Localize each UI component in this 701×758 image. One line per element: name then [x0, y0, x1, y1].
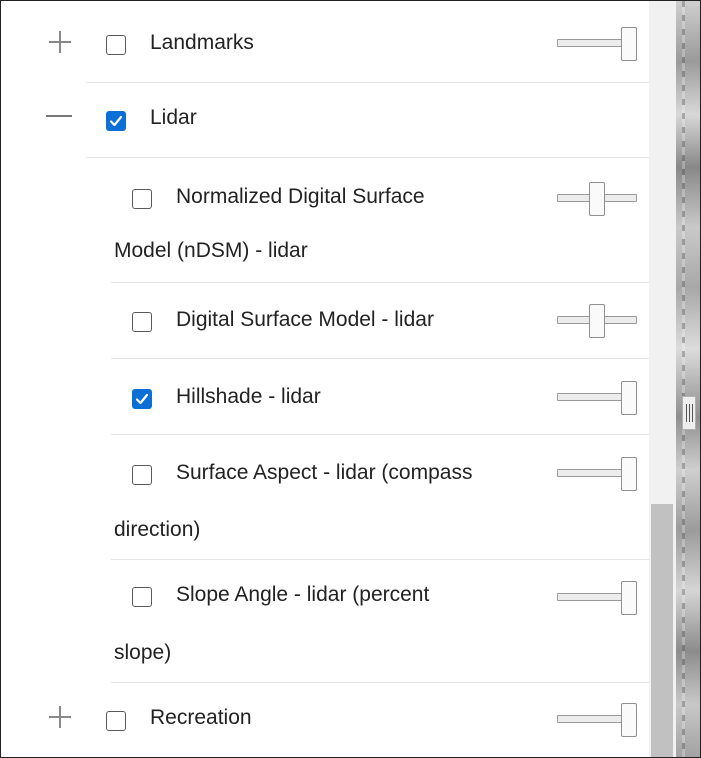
slope-checkbox[interactable]	[132, 587, 152, 607]
slider-thumb[interactable]	[589, 304, 605, 338]
dsm-label: Digital Surface Model - lidar	[176, 308, 434, 331]
recreation-checkbox[interactable]	[106, 711, 126, 731]
lidar-label: Lidar	[150, 106, 197, 129]
ndsm-checkbox[interactable]	[132, 189, 152, 209]
row-divider	[111, 282, 649, 283]
row-divider	[86, 157, 649, 158]
slider-thumb[interactable]	[621, 581, 637, 615]
panel-resize-handle[interactable]	[682, 396, 696, 430]
minus-icon	[46, 115, 72, 117]
row-divider	[111, 682, 649, 683]
slope-label-line2: slope)	[114, 641, 172, 664]
ndsm-label-line1: Normalized Digital Surface	[176, 185, 425, 208]
expand-recreation-button[interactable]	[49, 706, 71, 728]
ndsm-opacity-slider[interactable]	[557, 182, 637, 216]
hillshade-label: Hillshade - lidar	[176, 385, 321, 408]
slope-opacity-slider[interactable]	[557, 581, 637, 615]
row-divider	[111, 358, 649, 359]
row-divider	[86, 82, 649, 83]
aspect-label-line1: Surface Aspect - lidar (compass	[176, 461, 473, 484]
recreation-opacity-slider[interactable]	[557, 703, 637, 737]
map-hillshade-preview	[676, 1, 700, 757]
lidar-checkbox[interactable]	[106, 111, 126, 131]
hillshade-checkbox[interactable]	[132, 389, 152, 409]
scrollbar-thumb[interactable]	[651, 504, 673, 757]
dsm-checkbox[interactable]	[132, 312, 152, 332]
aspect-label-line2: direction)	[114, 518, 201, 541]
slider-thumb[interactable]	[621, 703, 637, 737]
slider-thumb[interactable]	[621, 27, 637, 61]
slope-label-line1: Slope Angle - lidar (percent	[176, 583, 430, 606]
landmarks-checkbox[interactable]	[106, 35, 126, 55]
aspect-checkbox[interactable]	[132, 465, 152, 485]
landmarks-opacity-slider[interactable]	[557, 27, 637, 61]
layer-list-panel: Landmarks Lidar Normalized Digital Surfa…	[1, 1, 649, 757]
row-divider	[111, 434, 649, 435]
hillshade-opacity-slider[interactable]	[557, 381, 637, 415]
layer-list-frame: Landmarks Lidar Normalized Digital Surfa…	[0, 0, 701, 758]
landmarks-label: Landmarks	[150, 31, 254, 54]
collapse-lidar-button[interactable]	[46, 105, 72, 127]
ndsm-label-line2: Model (nDSM) - lidar	[114, 239, 308, 262]
aspect-opacity-slider[interactable]	[557, 457, 637, 491]
row-divider	[111, 559, 649, 560]
checkmark-icon	[109, 115, 123, 127]
slider-thumb[interactable]	[589, 182, 605, 216]
slider-thumb[interactable]	[621, 381, 637, 415]
recreation-label: Recreation	[150, 706, 252, 729]
slider-thumb[interactable]	[621, 457, 637, 491]
dsm-opacity-slider[interactable]	[557, 304, 637, 338]
expand-landmarks-button[interactable]	[49, 31, 71, 53]
checkmark-icon	[135, 393, 149, 405]
